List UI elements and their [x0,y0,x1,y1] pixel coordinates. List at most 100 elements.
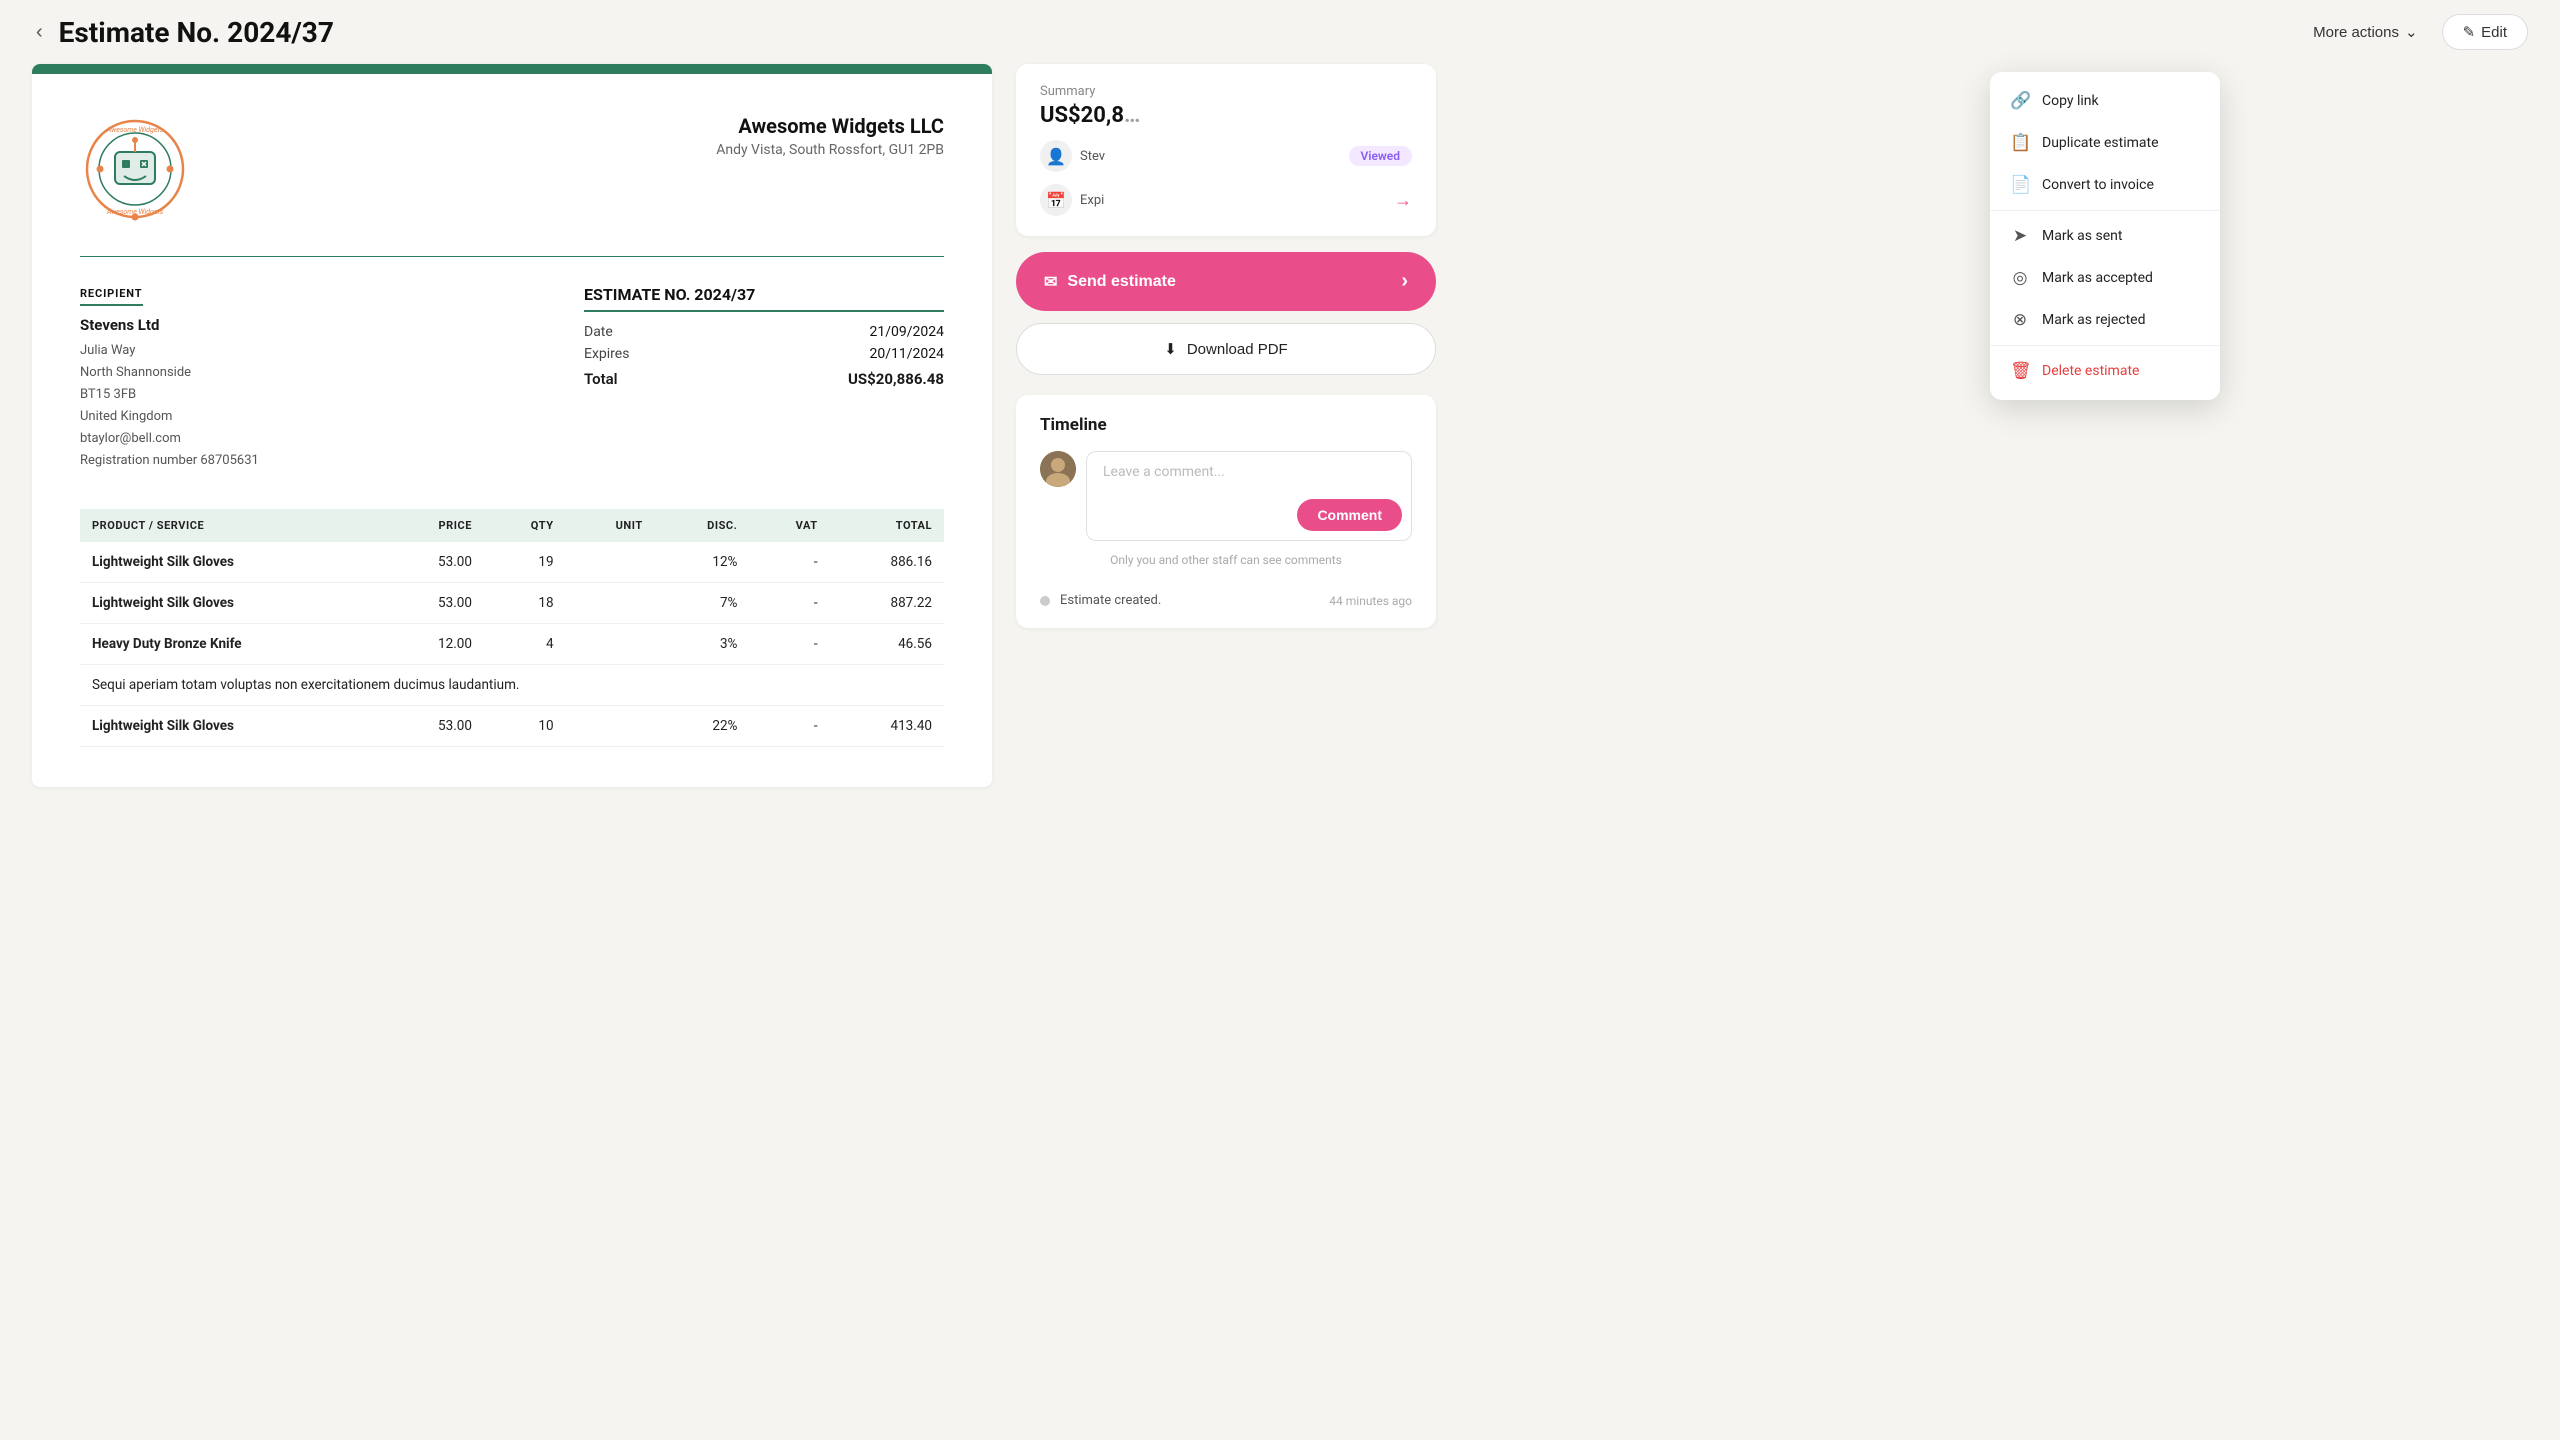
download-pdf-button[interactable]: ⬇ Download PDF [1016,323,1436,375]
item-disc: 12% [655,542,750,583]
timeline-event-time: 44 minutes ago [1329,594,1412,608]
copy-link-icon: 🔗 [2010,91,2030,111]
item-unit [566,705,655,746]
mark-accepted-icon: ◎ [2010,268,2030,288]
col-vat: VAT [749,509,829,542]
estimate-date-row: Date 21/09/2024 [584,324,944,340]
expiry-label: Expi [1080,193,1104,208]
expiry-row: 📅 Expi → [1040,184,1412,216]
status-badge: Viewed [1349,146,1412,166]
sidebar: Summary US$20,8… 👤 Stev Viewed 📅 Expi → … [1016,64,1436,628]
dropdown-item-copy-link[interactable]: 🔗 Copy link [1990,80,2220,122]
table-row: Heavy Duty Bronze Knife 12.00 4 3% - 46.… [80,623,944,664]
delete-icon: 🗑 [2010,361,2030,381]
item-qty: 18 [484,582,566,623]
timeline-section: Timeline Leave a comment... Comment [1016,395,1436,628]
table-row: Lightweight Silk Gloves 53.00 10 22% - 4… [80,705,944,746]
item-name: Lightweight Silk Gloves [80,542,383,583]
document-area: Awesome Widgets Awesome Widgets Awesome … [32,64,992,787]
dropdown-item-label: Duplicate estimate [2042,135,2159,151]
timeline-event: Estimate created. 44 minutes ago [1040,585,1412,608]
recipient-section: RECIPIENT Stevens Ltd Julia Way North Sh… [80,285,259,473]
item-vat: - [749,582,829,623]
item-unit [566,542,655,583]
download-btn-label: Download PDF [1187,341,1288,358]
recipient-address: Julia Way North Shannonside BT15 3FB Uni… [80,340,259,473]
col-unit: UNIT [566,509,655,542]
svg-text:Awesome Widgets: Awesome Widgets [106,208,164,216]
timeline-title: Timeline [1040,415,1412,435]
comment-button[interactable]: Comment [1297,499,1402,531]
item-price: 53.00 [383,582,484,623]
item-name: Heavy Duty Bronze Knife [80,623,383,664]
item-disc: 7% [655,582,750,623]
col-total: TOTAL [830,509,944,542]
dropdown-item-mark-rejected[interactable]: ⊗ Mark as rejected [1990,299,2220,341]
item-qty: 19 [484,542,566,583]
dropdown-item-label: Mark as accepted [2042,270,2153,286]
summary-title: Summary [1040,84,1412,99]
divider [80,256,944,257]
dropdown-item-mark-sent[interactable]: ➤ Mark as sent [1990,215,2220,257]
client-name: Stev [1080,149,1105,164]
item-price: 12.00 [383,623,484,664]
back-button[interactable]: ‹ [32,17,47,48]
table-row: Lightweight Silk Gloves 53.00 19 12% - 8… [80,542,944,583]
col-disc: DISC. [655,509,750,542]
item-name: Lightweight Silk Gloves [80,582,383,623]
company-logo: Awesome Widgets Awesome Widgets [80,114,190,224]
svg-text:Awesome Widgets: Awesome Widgets [106,126,164,134]
dropdown-item-duplicate[interactable]: 📋 Duplicate estimate [1990,122,2220,164]
send-estimate-button[interactable]: ✉ Send estimate › [1016,252,1436,311]
dropdown-item-label: Delete estimate [2042,363,2139,379]
company-name: Awesome Widgets LLC [716,114,944,138]
item-total: 413.40 [830,705,944,746]
timeline-event-text: Estimate created. [1060,593,1319,608]
item-qty: 10 [484,705,566,746]
item-price: 53.00 [383,542,484,583]
dropdown-menu: 🔗 Copy link 📋 Duplicate estimate 📄 Conve… [1990,72,2220,400]
item-disc: 22% [655,705,750,746]
summary-card: Summary US$20,8… 👤 Stev Viewed 📅 Expi → [1016,64,1436,236]
more-actions-label: More actions [2313,24,2399,41]
dropdown-item-delete[interactable]: 🗑 Delete estimate [1990,350,2220,392]
doc-top-bar [32,64,992,74]
convert-icon: 📄 [2010,175,2030,195]
item-vat: - [749,542,829,583]
doc-body: Awesome Widgets Awesome Widgets Awesome … [32,74,992,787]
dropdown-item-label: Convert to invoice [2042,177,2154,193]
item-price: 53.00 [383,705,484,746]
company-info: Awesome Widgets LLC Andy Vista, South Ro… [716,114,944,158]
page-title: Estimate No. 2024/37 [59,16,2289,49]
edit-icon: ✎ [2463,23,2476,41]
item-qty: 4 [484,623,566,664]
item-unit [566,623,655,664]
dropdown-item-mark-accepted[interactable]: ◎ Mark as accepted [1990,257,2220,299]
table-row: Lightweight Silk Gloves 53.00 18 7% - 88… [80,582,944,623]
dropdown-divider [1990,210,2220,211]
mark-sent-icon: ➤ [2010,226,2030,246]
col-price: PRICE [383,509,484,542]
comment-btn-label: Comment [1317,507,1382,523]
col-product: PRODUCT / SERVICE [80,509,383,542]
mark-rejected-icon: ⊗ [2010,310,2030,330]
dropdown-item-convert[interactable]: 📄 Convert to invoice [1990,164,2220,206]
download-icon: ⬇ [1164,340,1177,358]
info-row: RECIPIENT Stevens Ltd Julia Way North Sh… [80,285,944,473]
item-unit [566,582,655,623]
calendar-icon: 📅 [1040,184,1072,216]
client-icon: 👤 [1040,140,1072,172]
item-total: 46.56 [830,623,944,664]
item-description: Sequi aperiam totam voluptas non exercit… [80,664,944,705]
edit-button[interactable]: ✎ Edit [2442,14,2528,50]
item-name: Lightweight Silk Gloves [80,705,383,746]
estimate-number: ESTIMATE NO. 2024/37 [584,285,944,312]
timeline-dot [1040,596,1050,606]
item-disc: 3% [655,623,750,664]
company-address: Andy Vista, South Rossfort, GU1 2PB [716,142,944,158]
comment-placeholder: Leave a comment... [1103,464,1225,480]
more-actions-button[interactable]: More actions ⌄ [2301,15,2429,49]
client-row: 👤 Stev Viewed [1040,140,1412,172]
duplicate-icon: 📋 [2010,133,2030,153]
table-row-desc: Sequi aperiam totam voluptas non exercit… [80,664,944,705]
